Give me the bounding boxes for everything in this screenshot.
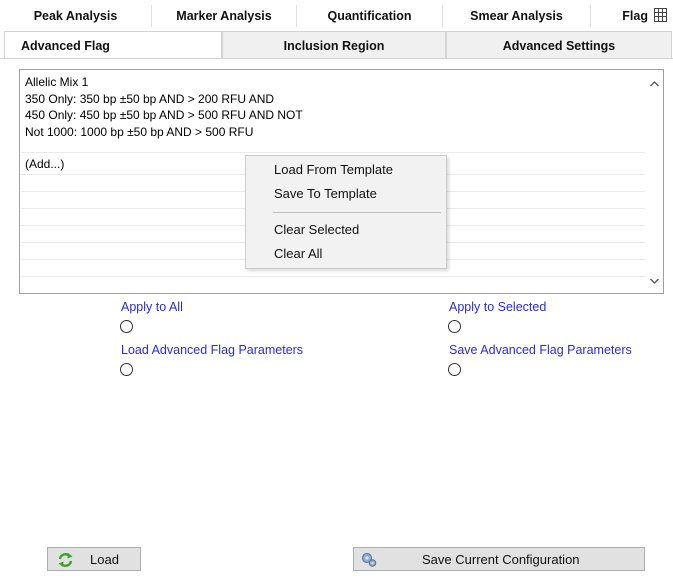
tab-advanced-flag[interactable]: Advanced Flag (4, 31, 222, 59)
tab-panel-border (0, 58, 673, 59)
refresh-arrows-icon (58, 553, 73, 567)
tab-peak-analysis[interactable]: Peak Analysis (0, 5, 152, 27)
tab-flag[interactable]: Flag (591, 5, 652, 27)
save-advanced-flag-parameters-radio[interactable] (448, 363, 461, 376)
tab-quantification[interactable]: Quantification (297, 5, 443, 27)
apply-to-all-label[interactable]: Apply to All (121, 300, 183, 314)
load-advanced-flag-parameters-label[interactable]: Load Advanced Flag Parameters (121, 343, 303, 357)
load-advanced-flag-parameters-radio[interactable] (120, 363, 133, 376)
gears-icon (361, 552, 377, 567)
save-advanced-flag-parameters-label[interactable]: Save Advanced Flag Parameters (449, 343, 632, 357)
menu-item-load-from-template[interactable]: Load From Template (274, 162, 393, 177)
chevron-down-icon[interactable] (649, 277, 660, 285)
list-row-divider (21, 276, 645, 277)
tab-row-primary: Peak Analysis Marker Analysis Quantifica… (0, 5, 673, 27)
apply-to-selected-label[interactable]: Apply to Selected (449, 300, 546, 314)
save-current-configuration-label: Save Current Configuration (422, 551, 580, 567)
chevron-up-icon[interactable] (649, 80, 660, 88)
add-flag-item[interactable]: (Add...) (25, 157, 64, 171)
menu-item-save-to-template[interactable]: Save To Template (274, 186, 377, 201)
context-menu: Load From Template Save To Template Clea… (245, 155, 447, 269)
menu-item-clear-selected[interactable]: Clear Selected (274, 222, 359, 237)
grid-icon[interactable] (654, 8, 667, 22)
menu-item-clear-all[interactable]: Clear All (274, 246, 322, 261)
apply-to-selected-radio[interactable] (448, 320, 461, 333)
flag-definition-text[interactable]: Allelic Mix 1 350 Only: 350 bp ±50 bp AN… (25, 74, 303, 140)
list-scrollbar[interactable] (646, 70, 663, 293)
tab-row-secondary: Advanced Flag Inclusion Region Advanced … (0, 31, 673, 59)
tab-inclusion-region[interactable]: Inclusion Region (222, 31, 446, 59)
save-current-configuration-button[interactable]: Save Current Configuration (353, 547, 645, 571)
apply-to-all-radio[interactable] (120, 320, 133, 333)
tab-marker-analysis[interactable]: Marker Analysis (152, 5, 297, 27)
list-row-divider (21, 152, 645, 153)
tab-smear-analysis[interactable]: Smear Analysis (443, 5, 591, 27)
load-button-label: Load (90, 551, 119, 567)
menu-separator (273, 212, 441, 213)
tab-advanced-settings[interactable]: Advanced Settings (446, 31, 672, 59)
load-button[interactable]: Load (47, 547, 141, 571)
